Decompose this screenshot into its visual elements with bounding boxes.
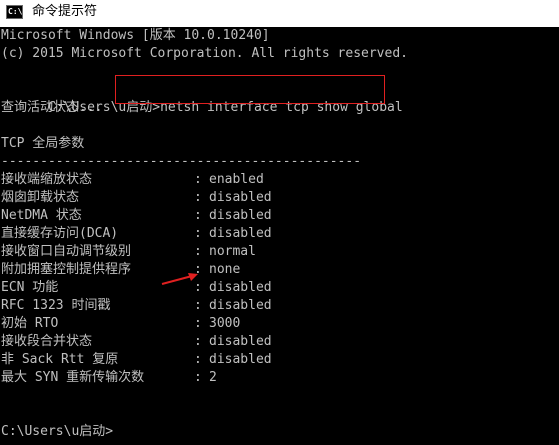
param-colon: : (194, 208, 202, 223)
param-value: disabled (209, 208, 272, 223)
param-value: disabled (209, 226, 272, 241)
param-colon: : (194, 244, 202, 259)
separator-line: ----------------------------------------… (1, 154, 362, 169)
banner-line-2: (c) 2015 Microsoft Corporation. All righ… (1, 46, 408, 61)
param-name: 最大 SYN 重新传输次数 (1, 370, 145, 385)
param-value: enabled (209, 172, 264, 187)
param-value: normal (209, 244, 256, 259)
param-name: 非 Sack Rtt 复原 (1, 352, 119, 367)
param-name: ECN 功能 (1, 280, 59, 295)
command-highlight-box (115, 75, 385, 104)
param-value: disabled (209, 298, 272, 313)
prompt-line: C:\Users\u启动> (1, 424, 114, 439)
param-value: disabled (209, 334, 272, 349)
param-colon: : (194, 172, 202, 187)
param-value: none (209, 262, 241, 277)
param-name: 接收窗口自动调节级别 (1, 244, 132, 259)
param-name: 直接缓存访问(DCA) (1, 226, 119, 241)
param-colon: : (194, 226, 202, 241)
param-value: disabled (209, 280, 272, 295)
window-title: 命令提示符 (32, 4, 98, 19)
param-name: 烟囱卸载状态 (1, 190, 80, 205)
param-value: 3000 (209, 316, 241, 331)
param-value: 2 (209, 370, 217, 385)
red-arrow-icon (161, 273, 198, 285)
console-output[interactable]: Microsoft Windows [版本 10.0.10240] (c) 20… (0, 27, 559, 445)
param-value: disabled (209, 352, 272, 367)
cmd-icon-glyph: C:\ (8, 7, 23, 16)
param-colon: : (194, 298, 202, 313)
title-bar[interactable]: C:\ 命令提示符 (0, 0, 559, 27)
command-prompt-window: C:\ 命令提示符 Microsoft Windows [版本 10.0.102… (0, 0, 559, 445)
status-line: 查询活动状态... (1, 100, 103, 115)
section-title: TCP 全局参数 (1, 136, 85, 151)
param-name: NetDMA 状态 (1, 208, 82, 223)
param-value: disabled (209, 190, 272, 205)
param-colon: : (194, 190, 202, 205)
param-colon: : (194, 334, 202, 349)
param-colon: : (194, 316, 202, 331)
param-name: 附加拥塞控制提供程序 (1, 262, 132, 277)
param-name: RFC 1323 时间戳 (1, 298, 111, 313)
param-colon: : (194, 370, 202, 385)
param-name: 接收段合并状态 (1, 334, 93, 349)
param-name: 接收端缩放状态 (1, 172, 93, 187)
param-name: 初始 RTO (1, 316, 59, 331)
cmd-icon: C:\ (6, 5, 23, 19)
banner-line-1: Microsoft Windows [版本 10.0.10240] (1, 28, 270, 43)
param-colon: : (194, 352, 202, 367)
